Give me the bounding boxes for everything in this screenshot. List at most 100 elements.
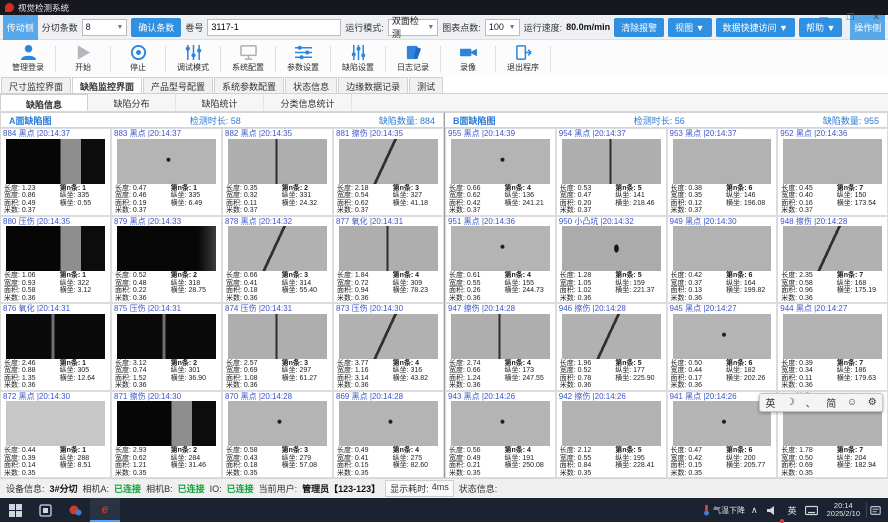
- defect-image[interactable]: [117, 401, 216, 446]
- defect-image[interactable]: [339, 226, 438, 271]
- stop-button[interactable]: 停止: [112, 44, 164, 73]
- slit-count-select[interactable]: 8 ▼: [82, 19, 128, 36]
- defect-card[interactable]: 881 擦伤 |20:14:35 长度: 2.18 宽度: 0.54 面积: 0…: [333, 128, 444, 216]
- defect-image[interactable]: [562, 226, 661, 271]
- admin-login-button[interactable]: 管理登录: [2, 44, 54, 73]
- defect-card[interactable]: 880 压伤 |20:14:35 长度: 1.06 宽度: 0.93 面积: 0…: [0, 216, 111, 304]
- roll-number-input[interactable]: [207, 19, 341, 36]
- pinned-app-button[interactable]: [60, 498, 90, 522]
- defect-image[interactable]: [228, 226, 327, 271]
- defect-card[interactable]: 869 黑点 |20:14:28 长度: 0.49 宽度: 0.41 面积: 0…: [333, 391, 444, 479]
- defect-image[interactable]: [117, 226, 216, 271]
- data-quick-access-button[interactable]: 数据快捷访问 ▼: [716, 18, 795, 37]
- defect-settings-button[interactable]: 缺陷设置: [332, 44, 384, 73]
- defect-card[interactable]: 951 黑点 |20:14:36 长度: 0.61 宽度: 0.55 面积: 0…: [445, 216, 556, 304]
- tab-test[interactable]: 测试: [409, 77, 443, 93]
- notification-center-button[interactable]: [866, 502, 884, 518]
- ime-lang-toggle[interactable]: 英: [765, 395, 775, 410]
- log-record-button[interactable]: 日志记录: [387, 44, 439, 73]
- close-button[interactable]: ✕: [872, 13, 880, 22]
- simplified-toggle[interactable]: 简: [826, 395, 836, 410]
- system-config-button[interactable]: 系统配置: [222, 44, 274, 73]
- defect-card[interactable]: 872 黑点 |20:14:30 长度: 0.44 宽度: 0.39 面积: 0…: [0, 391, 111, 479]
- gear-icon[interactable]: ⚙: [868, 397, 877, 408]
- tab-edge-data[interactable]: 边缘数据记录: [338, 77, 408, 93]
- defect-image[interactable]: [673, 314, 772, 359]
- defect-image[interactable]: [117, 139, 216, 184]
- defect-card[interactable]: 952 黑点 |20:14:36 长度: 0.45 宽度: 0.40 面积: 0…: [777, 128, 888, 216]
- drive-side-button[interactable]: 传动侧: [3, 15, 38, 40]
- defect-image[interactable]: [339, 401, 438, 446]
- task-view-button[interactable]: [30, 498, 60, 522]
- defect-image[interactable]: [673, 226, 772, 271]
- defect-image[interactable]: [117, 314, 216, 359]
- defect-card[interactable]: 876 氧化 |20:14:31 长度: 2.46 宽度: 0.88 面积: 1…: [0, 303, 111, 391]
- punctuation-icon[interactable]: 、: [806, 395, 816, 410]
- subtab-defect-distribution[interactable]: 缺陷分布: [88, 94, 176, 111]
- defect-card[interactable]: 870 黑点 |20:14:28 长度: 0.58 宽度: 0.43 面积: 0…: [222, 391, 333, 479]
- tab-system-params[interactable]: 系统参数配置: [214, 77, 284, 93]
- defect-card[interactable]: 954 黑点 |20:14:37 长度: 0.53 宽度: 0.47 面积: 0…: [556, 128, 667, 216]
- subtab-class-statistics[interactable]: 分类信息统计: [264, 94, 352, 111]
- subtab-defect-info[interactable]: 缺陷信息: [0, 94, 88, 111]
- subtab-defect-statistics[interactable]: 缺陷统计: [176, 94, 264, 111]
- minimize-button[interactable]: —: [819, 13, 828, 22]
- defect-image[interactable]: [562, 139, 661, 184]
- defect-card[interactable]: 883 黑点 |20:14:37 长度: 0.47 宽度: 0.46 面积: 0…: [111, 128, 222, 216]
- exit-program-button[interactable]: 退出程序: [497, 44, 549, 73]
- defect-image[interactable]: [228, 401, 327, 446]
- defect-card[interactable]: 948 擦伤 |20:14:28 长度: 2.35 宽度: 0.58 面积: 0…: [777, 216, 888, 304]
- defect-image[interactable]: [451, 139, 550, 184]
- defect-image[interactable]: [6, 226, 105, 271]
- defect-card[interactable]: 944 黑点 |20:14:27 长度: 0.39 宽度: 0.34 面积: 0…: [777, 303, 888, 391]
- defect-card[interactable]: 877 氧化 |20:14:31 长度: 1.84 宽度: 0.72 面积: 0…: [333, 216, 444, 304]
- defect-card[interactable]: 873 压伤 |20:14:30 长度: 3.77 宽度: 1.16 面积: 3…: [333, 303, 444, 391]
- record-video-button[interactable]: 录像: [442, 44, 494, 73]
- start-button[interactable]: 开始: [57, 44, 109, 73]
- defect-card[interactable]: 875 压伤 |20:14:31 长度: 3.12 宽度: 0.74 面积: 1…: [111, 303, 222, 391]
- defect-card[interactable]: 945 黑点 |20:14:27 长度: 0.50 宽度: 0.44 面积: 0…: [667, 303, 778, 391]
- defect-card[interactable]: 882 黑点 |20:14:35 长度: 0.35 宽度: 0.32 面积: 0…: [222, 128, 333, 216]
- defect-card[interactable]: 955 黑点 |20:14:39 长度: 0.66 宽度: 0.62 面积: 0…: [445, 128, 556, 216]
- tab-defect-monitor[interactable]: 缺陷监控界面: [72, 77, 142, 93]
- parameter-settings-button[interactable]: 参数设置: [277, 44, 329, 73]
- defect-image[interactable]: [783, 139, 882, 184]
- tab-size-monitor[interactable]: 尺寸监控界面: [1, 77, 71, 93]
- defect-image[interactable]: [783, 314, 882, 359]
- debug-mode-button[interactable]: 调试模式: [167, 44, 219, 73]
- weather-widget[interactable]: 气温下降: [703, 504, 745, 516]
- ime-language-indicator[interactable]: 英: [788, 504, 797, 517]
- defect-image[interactable]: [451, 401, 550, 446]
- defect-image[interactable]: [562, 401, 661, 446]
- moon-icon[interactable]: ☽: [786, 397, 795, 408]
- defect-image[interactable]: [6, 139, 105, 184]
- tray-chevron[interactable]: ∧: [751, 505, 758, 516]
- defect-card[interactable]: 879 黑点 |20:14:33 长度: 0.52 宽度: 0.48 面积: 0…: [111, 216, 222, 304]
- defect-image[interactable]: [228, 314, 327, 359]
- defect-card[interactable]: 946 擦伤 |20:14:28 长度: 1.96 宽度: 0.52 面积: 0…: [556, 303, 667, 391]
- defect-card[interactable]: 878 黑点 |20:14:32 长度: 0.66 宽度: 0.41 面积: 0…: [222, 216, 333, 304]
- defect-image[interactable]: [673, 139, 772, 184]
- defect-image[interactable]: [562, 314, 661, 359]
- tab-status-info[interactable]: 状态信息: [285, 77, 337, 93]
- defect-image[interactable]: [339, 139, 438, 184]
- run-mode-select[interactable]: 双面检测 ▼: [388, 19, 438, 36]
- maximize-button[interactable]: ❐: [846, 13, 854, 22]
- active-app-button[interactable]: e: [90, 498, 120, 522]
- clear-alarm-button[interactable]: 清除报警: [614, 18, 664, 37]
- chart-points-select[interactable]: 100 ▼: [485, 19, 520, 36]
- defect-image[interactable]: [783, 226, 882, 271]
- defect-image[interactable]: [451, 226, 550, 271]
- defect-card[interactable]: 943 黑点 |20:14:26 长度: 0.56 宽度: 0.49 面积: 0…: [445, 391, 556, 479]
- defect-card[interactable]: 953 黑点 |20:14:37 长度: 0.38 宽度: 0.35 面积: 0…: [667, 128, 778, 216]
- keyboard-button[interactable]: [803, 498, 821, 522]
- defect-image[interactable]: [228, 139, 327, 184]
- confirm-count-button[interactable]: 确认条数: [131, 18, 181, 37]
- defect-image[interactable]: [6, 401, 105, 446]
- defect-card[interactable]: 949 黑点 |20:14:30 长度: 0.42 宽度: 0.37 面积: 0…: [667, 216, 778, 304]
- tab-product-config[interactable]: 产品型号配置: [143, 77, 213, 93]
- volume-button[interactable]: [764, 498, 782, 522]
- defect-card[interactable]: 947 擦伤 |20:14:28 长度: 2.74 宽度: 0.66 面积: 1…: [445, 303, 556, 391]
- defect-card[interactable]: 942 擦伤 |20:14:26 长度: 2.12 宽度: 0.55 面积: 0…: [556, 391, 667, 479]
- start-menu-button[interactable]: [0, 498, 30, 522]
